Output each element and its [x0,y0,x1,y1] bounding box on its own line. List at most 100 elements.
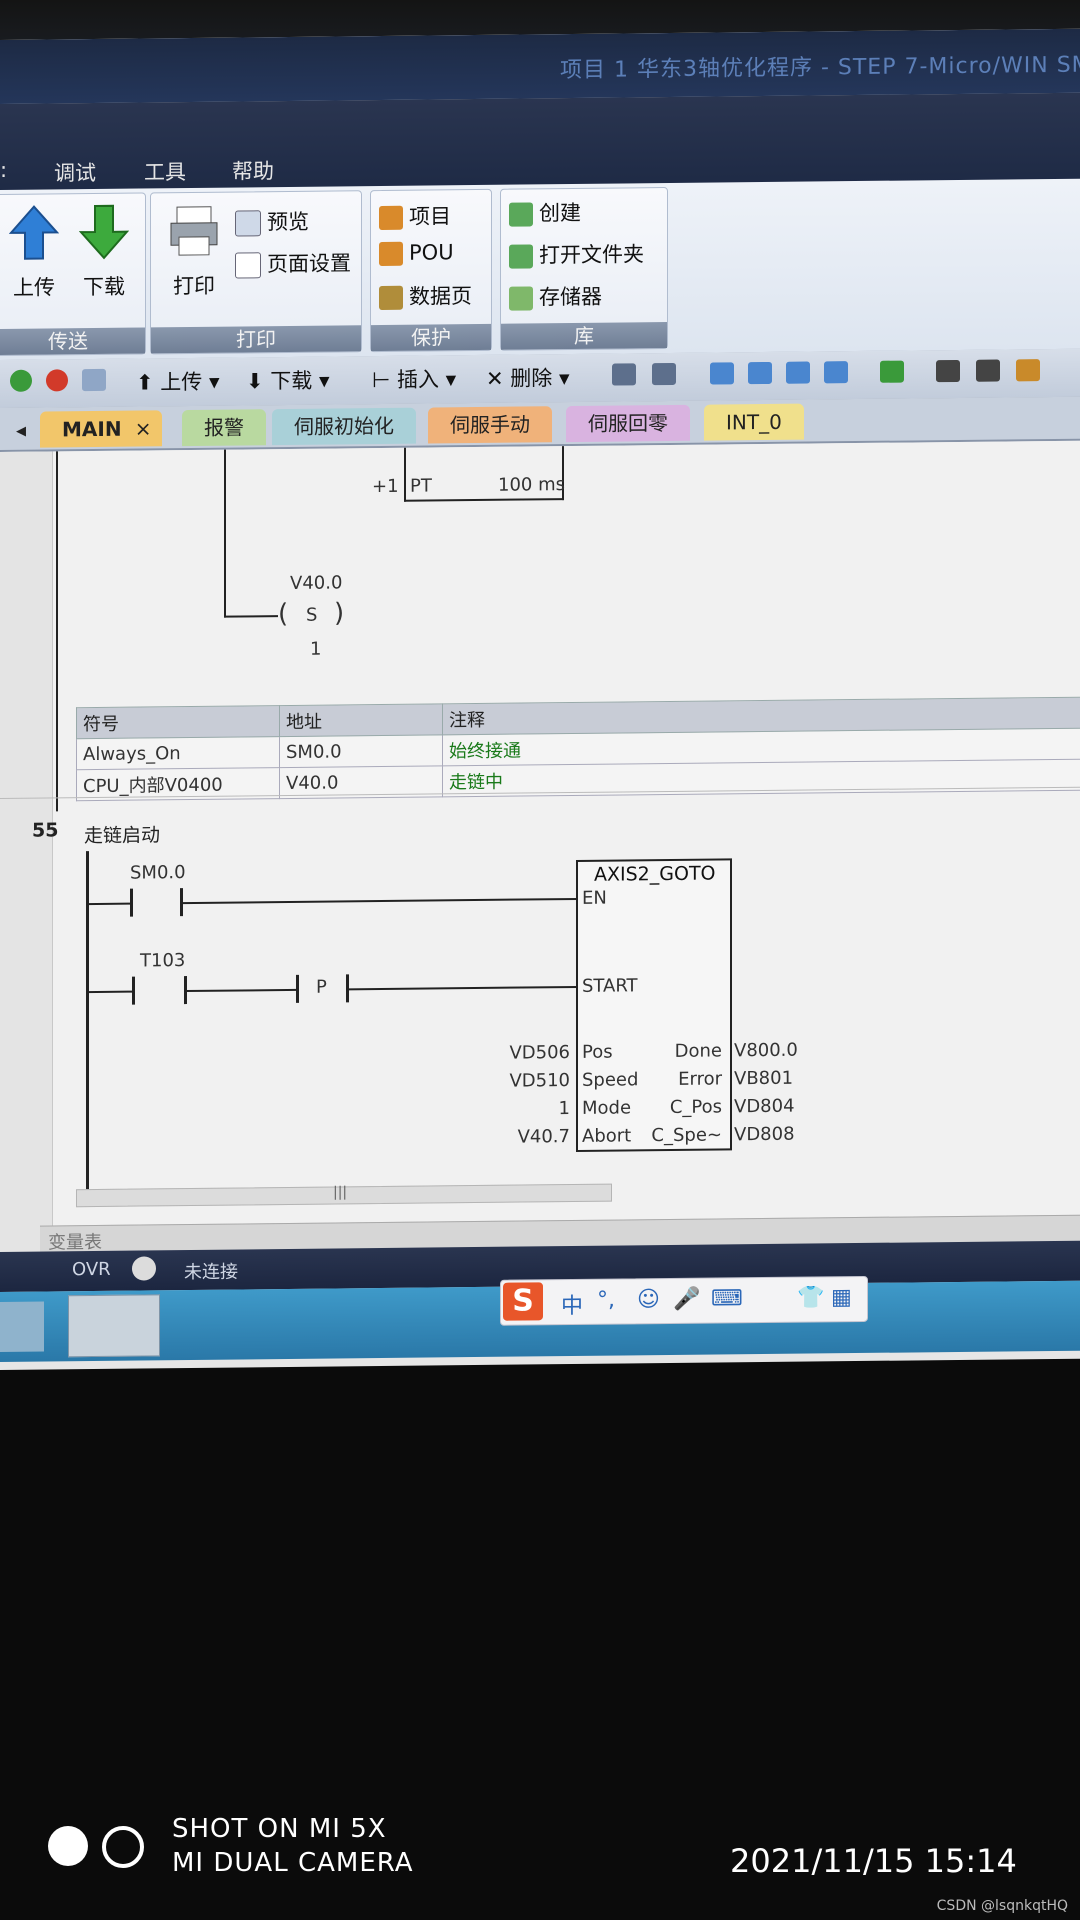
stop-button[interactable] [46,367,68,392]
input-pos-value[interactable]: VD506 [508,1042,570,1064]
keyboard-icon[interactable]: ⌨ [711,1286,743,1311]
toolbar-network2-button[interactable] [652,361,676,386]
tab-int0[interactable]: INT_0 [704,403,804,441]
rung-wire [182,897,578,905]
protect-project-button[interactable]: 项目 [379,200,451,231]
taskbar-microwin-icon[interactable] [68,1294,160,1358]
ime-lang[interactable]: 中 [561,1288,583,1320]
contact-icon [710,362,734,385]
taskbar-app-icon[interactable] [0,1301,44,1352]
rung-wire [348,985,578,991]
library-memory-button[interactable]: 存储器 [509,281,602,312]
protect-pou-button[interactable]: POU [379,240,454,267]
upload-button[interactable]: 上传 [1,204,67,302]
p-contact-left[interactable] [296,974,299,1003]
print-label: 打印 [173,273,215,299]
toolbar-lock-add-button[interactable] [1016,357,1040,382]
skin-shirt-icon[interactable]: 👕 [797,1285,824,1310]
toolbar-unlock-button[interactable] [976,358,1000,382]
library-create-button[interactable]: 创建 [509,197,581,228]
timer-resolution: 100 ms [498,474,565,496]
page-setup-button[interactable]: 页面设置 [235,247,351,279]
pin-start: START [582,975,638,997]
ladder-editor[interactable]: +1 PT 100 ms V40.0 ( S ) 1 符号 地址 注释 Alwa… [0,440,1080,1253]
pin-c-pos: C_Pos [669,1096,722,1118]
overwrite-mode: OVR [72,1258,111,1281]
menu-help[interactable]: 帮助 [232,155,274,185]
magnifier-icon [235,210,261,237]
output-c-pos-value[interactable]: VD804 [734,1096,795,1118]
coil-address: V40.0 [290,572,343,594]
key-icon [379,241,403,267]
tab-close-icon[interactable]: × [135,410,152,446]
comment-cell: 走链中 [442,759,1080,797]
contact-t103-address: T103 [140,950,186,972]
run-icon [10,369,32,392]
tab-servo-init[interactable]: 伺服初始化 [272,407,416,446]
preview-button[interactable]: 预览 [235,206,309,237]
output-c-speed-value[interactable]: VD808 [734,1124,795,1146]
horizontal-scrollbar[interactable]: ||| [76,1183,612,1208]
rung-wire [224,449,226,618]
contact-t103-left[interactable] [132,976,135,1005]
toolbar-delete-button[interactable]: ✕ 删除 ▾ [486,362,570,393]
contact-sm00-address: SM0.0 [130,862,186,884]
contact-sm00-left[interactable] [130,888,133,917]
toolbox-grid-icon[interactable]: ▦ [831,1285,852,1310]
input-abort-value[interactable]: V40.7 [508,1126,570,1148]
output-done-value[interactable]: V800.0 [734,1040,798,1062]
compile-button[interactable] [82,367,106,392]
watermark-line2: MI DUAL CAMERA [172,1848,414,1878]
watermark-datetime: 2021/11/15 15:14 [730,1842,1017,1880]
microphone-icon[interactable]: 🎤 [673,1287,700,1312]
connection-status: 未连接 [184,1261,238,1284]
protect-project-label: 项目 [409,204,451,229]
coil-bracket-left: ( [278,598,289,630]
toolbar-insert-button[interactable]: ⊢ 插入 ▾ [372,363,456,394]
group-label-transfer: 传送 [0,327,145,356]
tabs-scroll-left-icon[interactable]: ◂ [8,412,34,448]
network-title[interactable]: 走链启动 [84,820,160,848]
sogou-logo-icon[interactable]: S [503,1282,543,1321]
compile-icon [82,368,106,392]
toolbar-upload-button[interactable]: ⬆ 上传 ▾ [136,366,220,397]
emoji-icon[interactable]: ☺ [637,1287,660,1312]
tab-servo-home[interactable]: 伺服回零 [566,404,690,443]
download-button[interactable]: 下载 [71,204,137,302]
key-icon [379,285,403,311]
connection-status-icon [132,1256,156,1281]
tab-int0-label: INT_0 [726,409,782,435]
tab-servo-manual-label: 伺服手动 [450,412,530,438]
toolbar-download-button[interactable]: ⬇ 下载 ▾ [246,365,330,396]
input-mode-value[interactable]: 1 [508,1098,570,1120]
box-icon [824,361,848,384]
tab-alarm[interactable]: 报警 [182,409,266,447]
toolbar-box-button[interactable] [824,359,848,384]
library-open-folder-button[interactable]: 打开文件夹 [509,238,644,269]
branch-icon [748,361,772,385]
ime-toolbar: S 中 °, ☺ 🎤 ⌨ 👕 ▦ [500,1275,868,1326]
toolbar-lock-button[interactable] [936,358,960,383]
input-speed-value[interactable]: VD510 [508,1070,570,1092]
output-error-value[interactable]: VB801 [734,1068,793,1090]
toolbar-network-button[interactable] [612,361,636,386]
ime-punct[interactable]: °, [597,1288,615,1313]
tab-main[interactable]: MAIN × [40,410,162,448]
menu-debug[interactable]: 调试 [54,157,96,187]
network-icon [652,362,676,386]
pin-pos: Pos [582,1041,613,1063]
protect-datapage-button[interactable]: 数据页 [379,280,472,311]
coil-type[interactable]: S [306,605,317,626]
toolbar-coil-button[interactable] [786,360,810,384]
rung-wire [86,902,132,906]
menu-tools[interactable]: 工具 [144,156,186,186]
toolbar-goto-button[interactable] [880,359,904,383]
block-name: AXIS2_GOTO [594,862,716,886]
library-open-folder-label: 打开文件夹 [539,242,644,268]
tab-servo-manual[interactable]: 伺服手动 [428,406,552,444]
run-button[interactable] [10,368,32,392]
print-button[interactable]: 打印 [161,203,227,301]
toolbar-branch-button[interactable] [748,360,772,385]
lock-add-icon [1016,359,1040,382]
toolbar-contact-button[interactable] [710,360,734,385]
